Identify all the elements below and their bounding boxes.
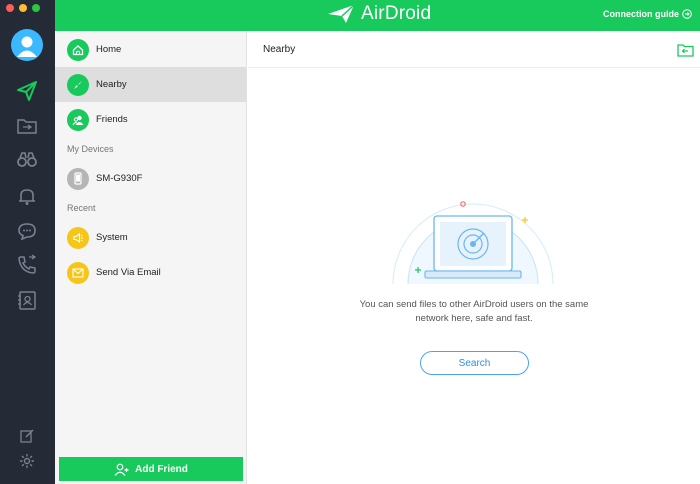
- sidebar-item-label: SM-G930F: [96, 173, 143, 184]
- sidebar-item-label: Nearby: [96, 79, 127, 90]
- minimize-window-button[interactable]: [19, 4, 27, 12]
- add-user-icon: [114, 463, 129, 476]
- main-panel: Nearby You can send files to other AirDr…: [248, 31, 700, 484]
- phone-icon[interactable]: [14, 252, 40, 278]
- edit-icon[interactable]: [14, 423, 40, 449]
- header-bar: AirDroid Connection guide: [55, 0, 700, 31]
- brand-name: AirDroid: [361, 3, 432, 24]
- page-title: Nearby: [263, 44, 296, 55]
- user-icon: [17, 36, 37, 57]
- left-rail: [0, 0, 55, 484]
- radar-laptop-illustration: [392, 201, 554, 285]
- friends-icon: [67, 108, 89, 131]
- nearby-description: You can send files to other AirDroid use…: [359, 299, 589, 324]
- contacts-icon[interactable]: [14, 287, 40, 313]
- compass-icon: [67, 73, 89, 96]
- megaphone-icon: [67, 226, 89, 249]
- brand-logo: AirDroid: [327, 3, 431, 25]
- sidebar-item-nearby[interactable]: Nearby: [55, 67, 246, 102]
- connection-guide-label: Connection guide: [603, 9, 679, 19]
- sidebar-item-label: Send Via Email: [96, 267, 161, 278]
- sidebar-item-system[interactable]: System: [55, 220, 246, 255]
- close-window-button[interactable]: [6, 4, 14, 12]
- sidebar-item-device-sm-g930f[interactable]: SM-G930F: [55, 161, 246, 196]
- sidebar-item-label: Friends: [96, 114, 128, 125]
- sidebar-item-friends[interactable]: Friends: [55, 102, 246, 137]
- airdroid-window: AirDroid Connection guide Home Nearby Fr…: [0, 0, 700, 484]
- sidebar-item-label: Home: [96, 44, 122, 55]
- search-button[interactable]: Search: [420, 351, 529, 375]
- home-icon: [67, 38, 89, 61]
- sidebar-item-send-via-email[interactable]: Send Via Email: [55, 255, 246, 290]
- binoculars-icon[interactable]: [14, 146, 40, 172]
- window-controls: [6, 4, 40, 12]
- recent-heading: Recent: [67, 203, 96, 213]
- folder-transfer-icon[interactable]: [14, 113, 40, 139]
- gear-icon[interactable]: [14, 448, 40, 474]
- add-friend-button[interactable]: Add Friend: [59, 457, 243, 481]
- maximize-window-button[interactable]: [32, 4, 40, 12]
- main-header: Nearby: [248, 31, 700, 68]
- user-avatar[interactable]: [11, 29, 43, 61]
- add-friend-label: Add Friend: [135, 463, 188, 475]
- paper-plane-icon[interactable]: [14, 78, 40, 104]
- my-devices-heading: My Devices: [67, 144, 114, 154]
- chat-bubble-icon[interactable]: [14, 218, 40, 244]
- phone-device-icon: [67, 167, 89, 190]
- bell-icon[interactable]: [14, 183, 40, 209]
- envelope-icon: [67, 261, 89, 284]
- sidebar: Home Nearby Friends My Devices SM-G930F …: [55, 31, 247, 484]
- arrow-right-circle-icon: [682, 9, 692, 19]
- connection-guide-link[interactable]: Connection guide: [603, 9, 692, 19]
- sidebar-item-label: System: [96, 232, 128, 243]
- sidebar-item-home[interactable]: Home: [55, 32, 246, 67]
- folder-open-icon[interactable]: [677, 43, 694, 57]
- airdroid-logo-icon: [328, 4, 355, 23]
